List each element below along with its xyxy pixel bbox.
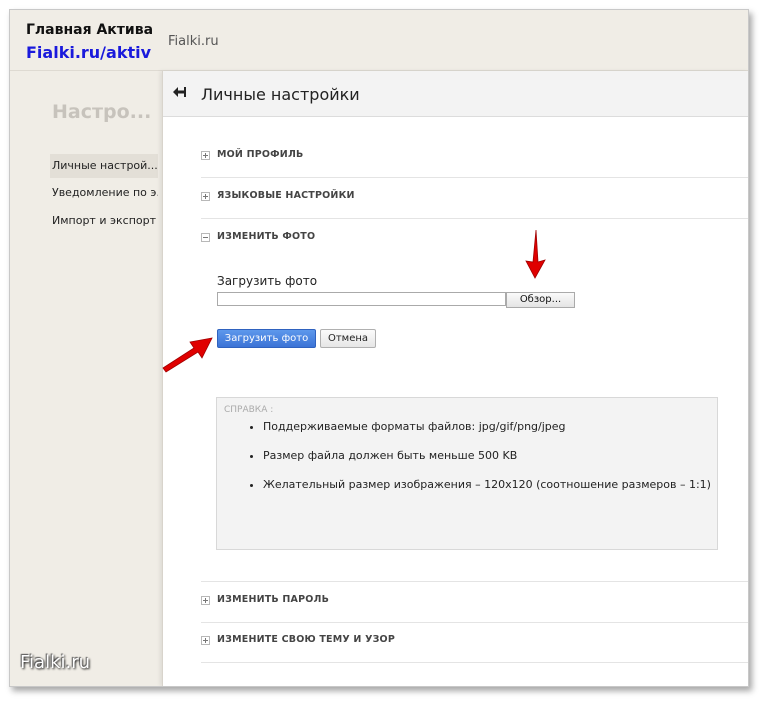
sidebar-item-notifications[interactable]: Уведомление по э...	[50, 181, 158, 205]
section-change-photo[interactable]: ИЗМЕНИТЬ ФОТО	[201, 219, 748, 259]
site-name: Fialki.ru	[168, 34, 219, 49]
upload-photo-label: Загрузить фото	[217, 274, 318, 288]
annotation-arrow-down-icon	[525, 229, 546, 279]
help-title: СПРАВКА :	[224, 405, 274, 415]
help-list: Поддерживаемые форматы файлов: jpg/gif/p…	[237, 416, 713, 503]
page-title: Личные настройки	[201, 85, 360, 104]
sidebar: Настро... Личные настрой... Уведомление …	[10, 71, 162, 686]
sidebar-heading: Настро...	[52, 101, 152, 123]
sidebar-item-import-export[interactable]: Импорт и экспорт	[50, 209, 158, 233]
expand-icon[interactable]	[201, 636, 210, 645]
expand-icon[interactable]	[201, 596, 210, 605]
browse-button[interactable]: Обзор...	[506, 292, 575, 308]
upload-photo-button[interactable]: Загрузить фото	[217, 329, 316, 348]
section-label: ИЗМЕНИТЕ СВОЮ ТЕМУ И УЗОР	[217, 634, 395, 645]
expand-icon[interactable]	[201, 151, 210, 160]
collapse-icon[interactable]	[201, 233, 210, 242]
brand-link[interactable]: Fialki.ru/aktiv	[26, 43, 151, 62]
help-box: СПРАВКА : Поддерживаемые форматы файлов:…	[216, 397, 718, 550]
expand-icon[interactable]	[201, 192, 210, 201]
section-label: МОЙ ПРОФИЛЬ	[217, 149, 304, 160]
annotation-arrow-right-icon	[162, 337, 213, 373]
section-label: ЯЗЫКОВЫЕ НАСТРОЙКИ	[217, 190, 355, 201]
top-bar: Главная Актива Fialki.ru/aktiv Fialki.ru	[10, 10, 748, 71]
section-change-password[interactable]: ИЗМЕНИТЬ ПАРОЛЬ	[201, 581, 748, 623]
app-window: Главная Актива Fialki.ru/aktiv Fialki.ru…	[9, 9, 749, 687]
section-label: ИЗМЕНИТЬ ПАРОЛЬ	[217, 594, 330, 605]
page-header: Личные настройки	[163, 71, 748, 117]
file-path-input[interactable]	[217, 292, 506, 306]
watermark: Fialki.ru	[20, 652, 91, 673]
help-item-dimensions: Желательный размер изображения – 120x120…	[263, 474, 713, 496]
section-label: ИЗМЕНИТЬ ФОТО	[217, 231, 316, 242]
help-item-size: Размер файла должен быть меньше 500 KB	[263, 445, 713, 467]
section-language-settings[interactable]: ЯЗЫКОВЫЕ НАСТРОЙКИ	[201, 178, 748, 219]
brand-title: Главная Актива	[26, 22, 154, 38]
sidebar-item-personal-settings[interactable]: Личные настрой...	[50, 154, 158, 178]
section-change-theme[interactable]: ИЗМЕНИТЕ СВОЮ ТЕМУ И УЗОР	[201, 622, 748, 663]
section-my-profile[interactable]: МОЙ ПРОФИЛЬ	[201, 137, 748, 178]
back-arrow-icon[interactable]	[171, 84, 187, 100]
help-item-formats: Поддерживаемые форматы файлов: jpg/gif/p…	[263, 416, 713, 438]
cancel-button[interactable]: Отмена	[320, 329, 376, 348]
settings-panel: Личные настройки МОЙ ПРОФИЛЬ ЯЗЫКОВЫЕ НА…	[162, 71, 748, 686]
